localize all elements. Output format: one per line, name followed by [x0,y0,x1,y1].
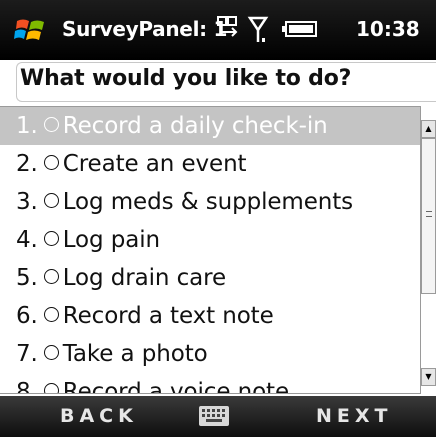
list-item-label: Record a voice note [62,379,290,394]
list-item[interactable]: 5. Log drain care [0,259,420,297]
list-item-number: 6. [16,303,38,329]
windows-start-icon[interactable] [14,13,48,47]
list-item-number: 5. [16,265,38,291]
list-item-label: Record a daily check-in [62,113,328,139]
radio-icon[interactable] [43,383,59,393]
radio-icon[interactable] [43,155,59,170]
grip-icon [426,211,432,217]
option-list-items: 1. Record a daily check-in 2. Create an eve… [0,107,420,394]
list-item-number: 8. [16,379,38,394]
list-item-number: 2. [16,151,38,177]
sync-icon [217,16,238,37]
list-item-label: Log meds & supplements [62,189,354,215]
status-icons[interactable] [216,14,336,46]
prompt-title: What would you like to do? [20,66,352,91]
clock[interactable]: 10:38 [356,17,420,41]
status-bar: SurveyPanel: 1 10:38 [0,0,436,60]
list-item-label: Take a photo [62,341,208,367]
list-item-number: 4. [16,227,38,253]
list-item-number: 1. [16,113,38,139]
radio-icon[interactable] [43,193,59,208]
radio-icon[interactable] [43,345,59,360]
list-item[interactable]: 4. Log pain [0,221,420,259]
list-item[interactable]: 8. Record a voice note [0,373,420,394]
app-title[interactable]: SurveyPanel: 1 [62,17,227,41]
keyboard-icon[interactable] [198,404,230,428]
list-item[interactable]: 1. Record a daily check-in [0,107,420,145]
option-list[interactable]: 1. Record a daily check-in 2. Create an eve… [0,106,436,394]
list-item-label: Create an event [62,151,247,177]
list-item-number: 3. [16,189,38,215]
radio-icon[interactable] [43,231,59,246]
list-item-number: 7. [16,341,38,367]
signal-icon [247,16,269,42]
list-item-label: Log drain care [62,265,227,291]
softkey-bar: BACK NEXT [0,396,436,437]
scroll-down-arrow[interactable]: ▼ [421,368,436,386]
list-item-label: Log pain [62,227,161,253]
list-item-label: Record a text note [62,303,274,329]
battery-icon [282,21,317,37]
list-item[interactable]: 6. Record a text note [0,297,420,335]
radio-icon[interactable] [43,269,59,284]
list-item[interactable]: 3. Log meds & supplements [0,183,420,221]
next-button[interactable]: NEXT [316,405,393,427]
list-item[interactable]: 2. Create an event [0,145,420,183]
scroll-up-arrow[interactable]: ▲ [421,120,436,138]
radio-icon[interactable] [43,117,59,132]
list-item[interactable]: 7. Take a photo [0,335,420,373]
back-button[interactable]: BACK [60,405,138,427]
scroll-thumb[interactable] [421,138,436,294]
radio-icon[interactable] [43,307,59,322]
scrollbar[interactable]: ▲ ▼ [420,106,436,394]
